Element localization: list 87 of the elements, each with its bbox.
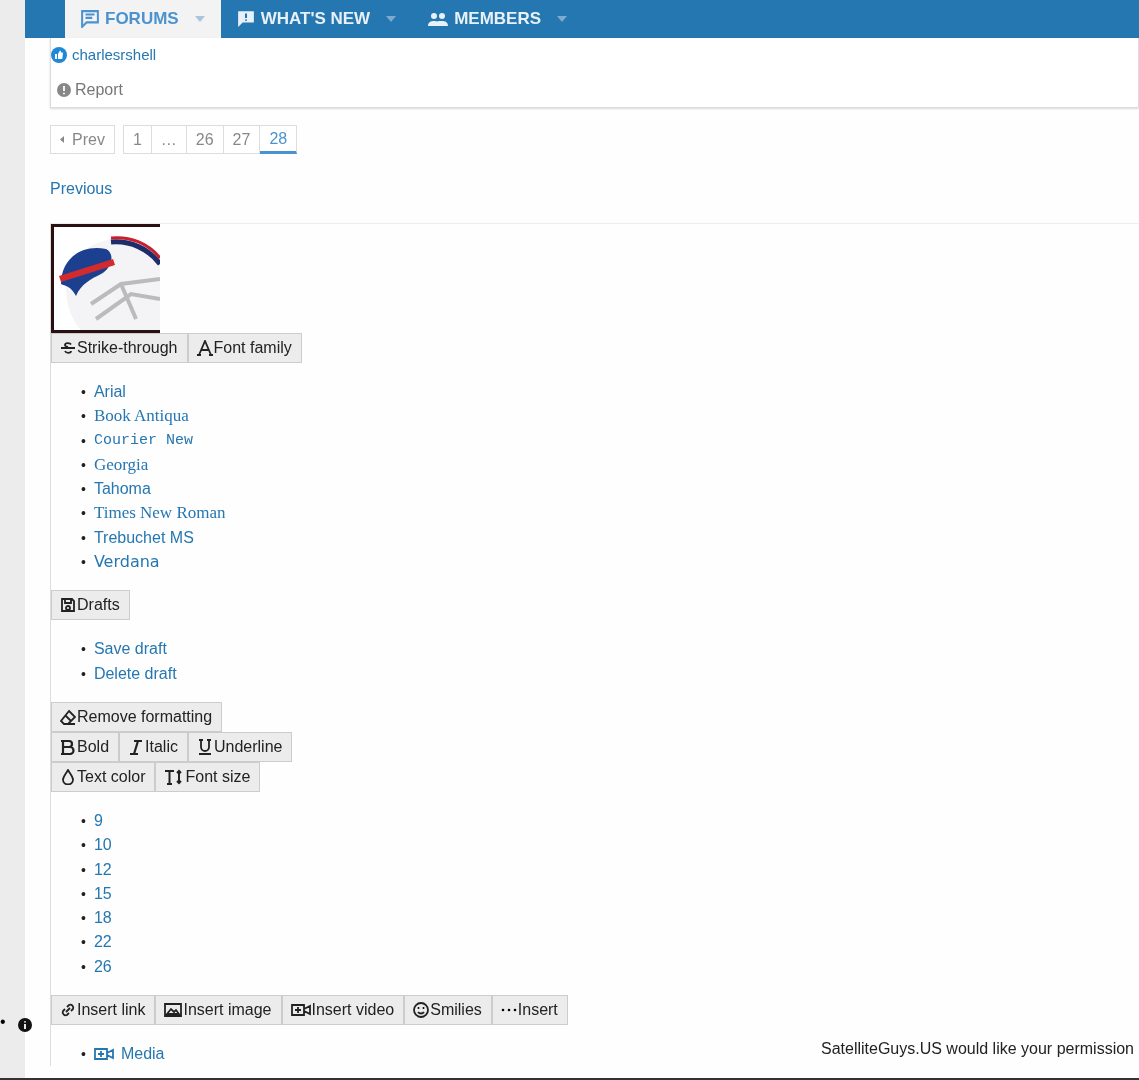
menu-item[interactable]: Courier New xyxy=(93,428,193,453)
menu-item[interactable]: Tahoma xyxy=(93,477,151,502)
toolbar-button[interactable]: Bold xyxy=(51,731,120,762)
nav-tab[interactable]: MEMBERS xyxy=(412,0,584,38)
bullet: • xyxy=(0,1013,6,1031)
toolbar-button[interactable]: Insert xyxy=(491,995,568,1026)
nav-tab[interactable]: FORUMS xyxy=(65,0,221,38)
toolbar-button[interactable]: Font family xyxy=(187,333,302,363)
toolbar-button[interactable]: Italic xyxy=(119,731,188,762)
bullet: • xyxy=(81,860,86,880)
text-size-icon xyxy=(164,768,185,785)
italic-icon xyxy=(128,738,145,755)
menu-item[interactable]: 10 xyxy=(93,833,112,858)
bullet: • xyxy=(81,933,86,953)
more-icon xyxy=(500,1008,517,1013)
toolbar-button[interactable]: Underline xyxy=(187,731,293,762)
menu-item[interactable]: 18 xyxy=(93,906,112,931)
menu-item[interactable]: Arial xyxy=(93,380,126,405)
prev-button[interactable]: Prev xyxy=(50,125,115,154)
bullet: • xyxy=(81,836,86,856)
eraser-icon xyxy=(60,708,76,725)
toolbar-button[interactable]: Insert link xyxy=(51,995,156,1026)
menu-item[interactable]: Media xyxy=(93,1042,165,1067)
menu-item[interactable]: Times New Roman xyxy=(93,501,226,526)
bullet: • xyxy=(81,553,86,573)
bullet: • xyxy=(81,811,86,831)
menu-item[interactable]: Delete draft xyxy=(93,661,177,686)
menu-item[interactable]: 15 xyxy=(93,881,112,907)
bullet: • xyxy=(81,640,86,660)
page-button[interactable]: 28 xyxy=(260,125,298,154)
bullet: • xyxy=(81,957,86,977)
people-icon xyxy=(428,10,449,28)
bullet: • xyxy=(81,909,86,929)
bullet: • xyxy=(81,480,86,500)
toolbar-button[interactable]: Insert video xyxy=(281,995,405,1026)
username-link[interactable]: charlesrshell xyxy=(72,46,157,63)
underline-icon xyxy=(196,738,213,755)
menu-item[interactable]: 9 xyxy=(93,808,103,834)
alert-icon xyxy=(57,83,71,97)
nav-tab[interactable]: WHAT'S NEW xyxy=(220,0,413,38)
bullet: • xyxy=(81,528,86,548)
page-button[interactable]: 27 xyxy=(223,125,261,154)
video-camera-icon xyxy=(290,1002,311,1019)
toolbar-button[interactable]: Remove formatting xyxy=(51,701,223,732)
toolbar-button[interactable]: Font size xyxy=(155,761,261,792)
page-button[interactable]: 26 xyxy=(186,125,224,154)
menu-item[interactable]: 26 xyxy=(93,954,112,980)
previous-link[interactable]: Previous xyxy=(50,180,113,198)
toolbar-button[interactable]: Strike-through xyxy=(51,333,188,363)
speech-bubble-icon xyxy=(236,10,255,28)
toolbar-button[interactable]: Smilies xyxy=(404,995,492,1026)
menu-item[interactable]: Book Antiqua xyxy=(93,404,189,429)
chat-icon xyxy=(81,10,99,28)
bullet: • xyxy=(81,455,86,475)
bullet: • xyxy=(81,504,86,524)
caret-icon[interactable] xyxy=(194,16,205,22)
menu-item[interactable]: Verdana xyxy=(93,550,160,575)
bullet: • xyxy=(81,383,86,402)
letter-a-icon xyxy=(196,340,213,356)
menu-item[interactable]: Trebuchet MS xyxy=(93,525,194,551)
cookie-notice: SatelliteGuys.US would like your permission xyxy=(821,1040,1134,1058)
menu-item[interactable]: 12 xyxy=(93,857,112,882)
caret-icon[interactable] xyxy=(386,16,397,22)
menu-item[interactable]: Georgia xyxy=(93,452,149,478)
strikethrough-icon xyxy=(60,340,76,356)
drop-icon xyxy=(60,768,76,785)
bullet: • xyxy=(81,664,86,684)
link-icon xyxy=(60,1002,76,1019)
bullet: • xyxy=(81,407,86,427)
menu-item[interactable]: 22 xyxy=(93,930,112,955)
video-camera-icon xyxy=(93,1046,114,1063)
info-icon xyxy=(18,1018,32,1032)
menu-item[interactable]: Save draft xyxy=(93,637,167,662)
caret-icon[interactable] xyxy=(557,16,568,22)
report-link[interactable]: Report xyxy=(57,81,1138,99)
bullet: • xyxy=(81,1045,86,1065)
toolbar-button[interactable]: Drafts xyxy=(51,590,130,621)
toolbar-button[interactable]: Insert image xyxy=(155,995,282,1026)
left-arrow-icon xyxy=(60,136,64,143)
page-button[interactable]: … xyxy=(151,125,187,154)
image-icon xyxy=(164,1002,183,1019)
toolbar-button[interactable]: Text color xyxy=(51,761,156,792)
bullet: • xyxy=(81,884,86,904)
page-button[interactable]: 1 xyxy=(122,125,152,154)
smiley-icon xyxy=(413,1002,430,1019)
bold-icon xyxy=(60,738,76,755)
bullet: • xyxy=(81,431,86,451)
